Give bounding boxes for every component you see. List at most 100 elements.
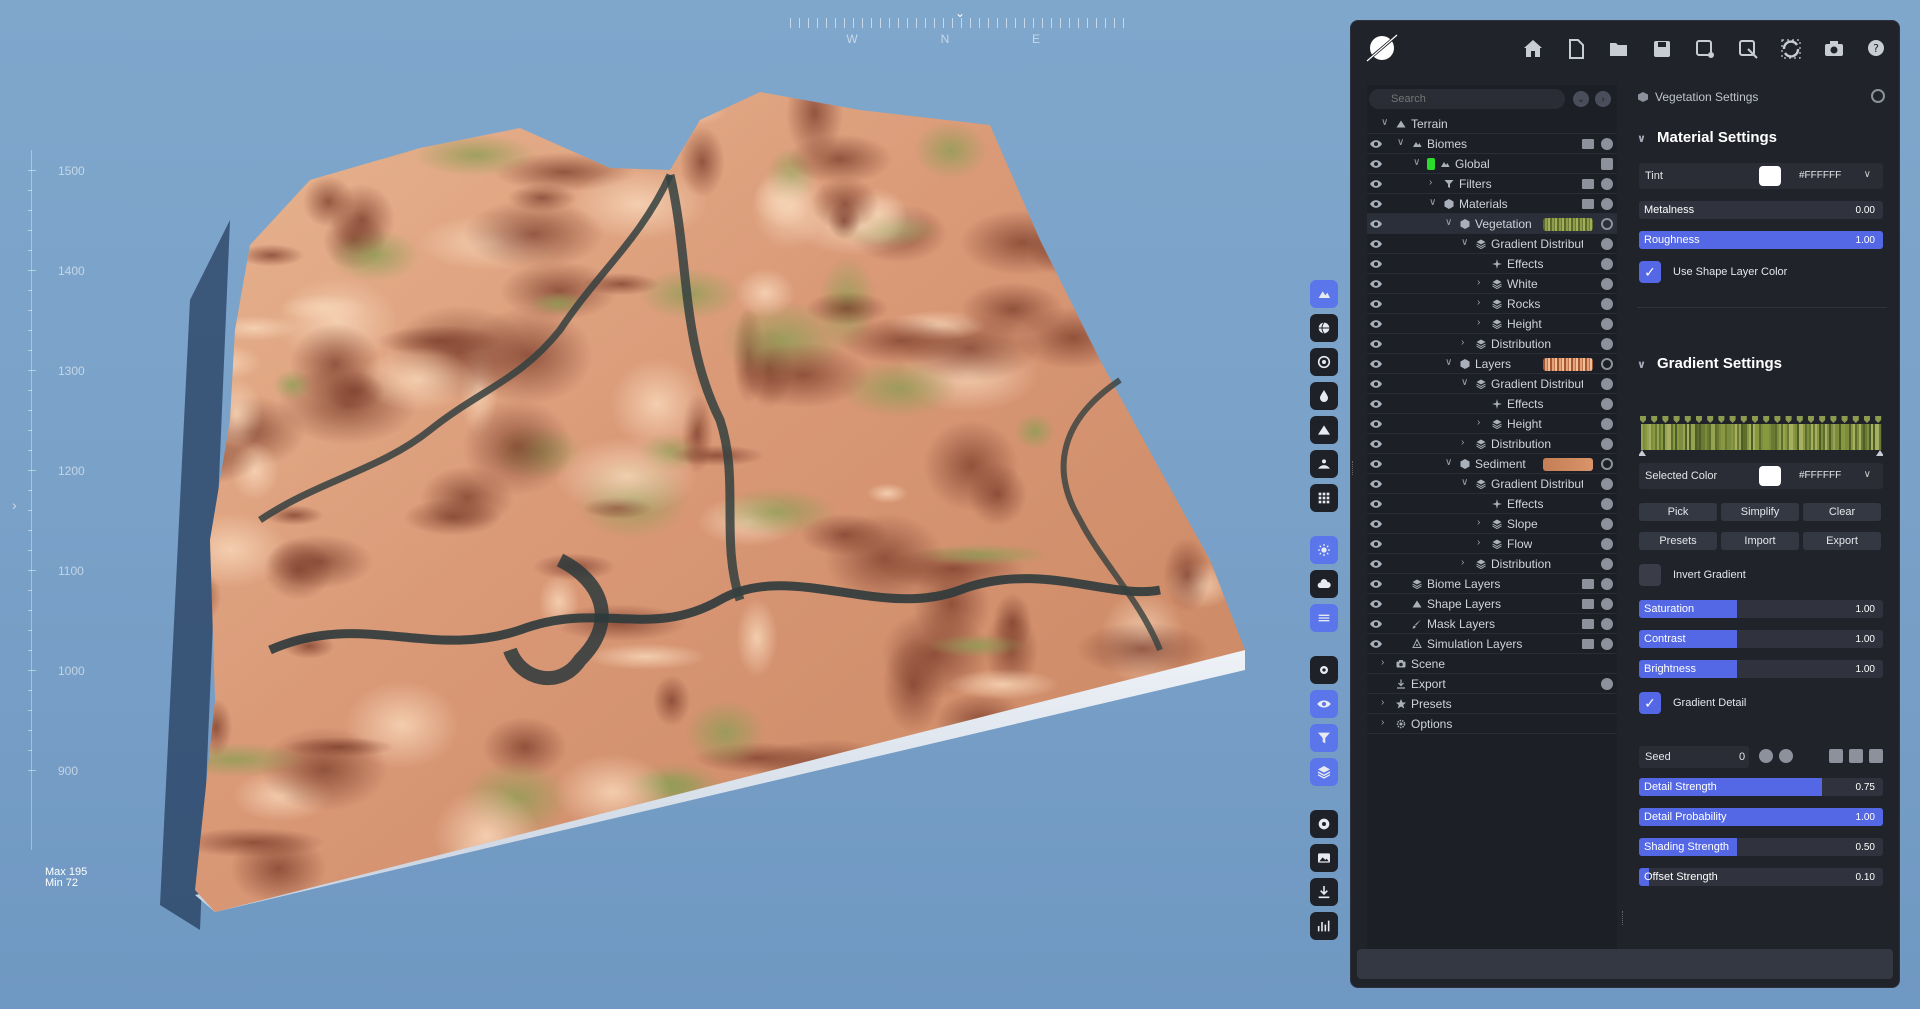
add-icon[interactable] [1601, 518, 1613, 530]
tree-row[interactable]: › Filters [1367, 174, 1617, 194]
open-folder-icon[interactable] [1601, 33, 1637, 65]
tree-row[interactable]: › White [1367, 274, 1617, 294]
chevron-down-icon[interactable]: ∨ [1461, 477, 1471, 488]
settings-gear-icon[interactable] [1871, 89, 1885, 103]
folder-icon[interactable] [1582, 599, 1594, 609]
tree-row[interactable]: ∨ Gradient Distribution [1367, 234, 1617, 254]
lines-icon[interactable] [1310, 604, 1338, 632]
panel-resize-handle[interactable] [1352, 461, 1355, 475]
tree-row[interactable]: Effects [1367, 394, 1617, 414]
gradient-stop[interactable] [1718, 416, 1725, 423]
add-icon[interactable] [1601, 538, 1613, 550]
gradient-handle-right[interactable] [1876, 450, 1883, 456]
checkbox-icon[interactable]: ✓ [1639, 692, 1661, 714]
view-icon[interactable] [1310, 690, 1338, 718]
column-resize-handle[interactable] [1622, 911, 1625, 925]
presets-button[interactable]: Presets [1639, 532, 1717, 550]
tree-row[interactable]: › Distribution [1367, 334, 1617, 354]
refresh-icon[interactable] [1773, 33, 1809, 65]
invert-gradient-checkbox[interactable]: Invert Gradient [1639, 564, 1879, 586]
visibility-eye-icon[interactable] [1369, 239, 1383, 249]
visibility-eye-icon[interactable] [1369, 619, 1383, 629]
gradient-stop[interactable] [1830, 416, 1837, 423]
tree-row[interactable]: ∨ Sediment [1367, 454, 1617, 474]
gradient-stop[interactable] [1774, 416, 1781, 423]
chevron-right-icon[interactable]: › [1477, 277, 1487, 288]
chevron-right-icon[interactable]: › [1461, 557, 1471, 568]
add-icon[interactable] [1601, 318, 1613, 330]
gradient-stop[interactable] [1673, 416, 1680, 423]
target-icon[interactable] [1310, 348, 1338, 376]
add-icon[interactable] [1601, 198, 1613, 210]
detail-probability-slider[interactable]: Detail Probability 1.00 [1639, 808, 1883, 826]
refresh-icon[interactable] [1601, 358, 1613, 370]
add-icon[interactable] [1601, 398, 1613, 410]
drop-icon[interactable] [1310, 382, 1338, 410]
sun-icon[interactable] [1310, 536, 1338, 564]
chevron-right-icon[interactable]: › [1461, 337, 1471, 348]
visibility-eye-icon[interactable] [1369, 479, 1383, 489]
import-button[interactable]: Import [1721, 532, 1799, 550]
tree-row[interactable]: › Presets [1367, 694, 1617, 714]
checkbox-icon[interactable]: ✓ [1639, 261, 1661, 283]
selected-color-swatch[interactable] [1759, 466, 1781, 486]
add-icon[interactable] [1601, 578, 1613, 590]
add-icon[interactable] [1601, 378, 1613, 390]
add-icon[interactable] [1601, 618, 1613, 630]
settings-cog-icon[interactable] [1310, 656, 1338, 684]
tree-row[interactable]: ∨ Vegetation [1367, 214, 1617, 234]
gradient-stop[interactable] [1640, 416, 1646, 423]
visibility-eye-icon[interactable] [1369, 139, 1383, 149]
save-icon[interactable] [1849, 749, 1863, 763]
tree-row[interactable]: › Height [1367, 414, 1617, 434]
tree-row[interactable]: ∨ Global [1367, 154, 1617, 174]
layers-icon[interactable] [1601, 158, 1613, 170]
chevron-down-icon[interactable]: ∨ [1445, 357, 1455, 368]
tree-row[interactable]: Effects [1367, 254, 1617, 274]
shading-strength-slider[interactable]: Shading Strength 0.50 [1639, 838, 1883, 856]
chevron-right-icon[interactable]: › [1477, 517, 1487, 528]
tree-row[interactable]: › Distribution [1367, 434, 1617, 454]
tree-search-input[interactable] [1369, 89, 1565, 109]
chevron-right-icon[interactable]: › [1477, 317, 1487, 328]
add-icon[interactable] [1601, 598, 1613, 610]
visibility-eye-icon[interactable] [1369, 279, 1383, 289]
tree-row[interactable]: ∨ Layers [1367, 354, 1617, 374]
add-icon[interactable] [1601, 338, 1613, 350]
export-file-icon[interactable] [1730, 33, 1766, 65]
save-icon[interactable] [1644, 33, 1680, 65]
tint-row[interactable]: Tint #FFFFFF ∨ [1639, 163, 1883, 189]
gradient-stop[interactable] [1662, 416, 1669, 423]
landscape-icon[interactable] [1310, 450, 1338, 478]
gradient-stop[interactable] [1729, 416, 1736, 423]
tree-row[interactable]: Mask Layers [1367, 614, 1617, 634]
chevron-right-icon[interactable]: › [1477, 537, 1487, 548]
add-icon[interactable] [1601, 138, 1613, 150]
tree-row[interactable]: › Flow [1367, 534, 1617, 554]
gradient-stop[interactable] [1707, 416, 1714, 423]
chevron-right-icon[interactable]: › [1477, 417, 1487, 428]
stack-icon[interactable] [1869, 749, 1883, 763]
folder-icon[interactable] [1582, 579, 1594, 589]
collapse-all-icon[interactable]: ⌄ [1573, 91, 1589, 107]
add-icon[interactable] [1601, 478, 1613, 490]
visibility-eye-icon[interactable] [1369, 219, 1383, 229]
panel-footer-bar[interactable] [1357, 949, 1893, 979]
add-icon[interactable] [1601, 678, 1613, 690]
color-swatch[interactable] [1427, 158, 1435, 170]
gradient-editor[interactable] [1639, 416, 1883, 456]
add-icon[interactable] [1601, 418, 1613, 430]
gradient-stop[interactable] [1852, 416, 1859, 423]
tree-row[interactable]: Shape Layers [1367, 594, 1617, 614]
simplify-button[interactable]: Simplify [1721, 503, 1799, 521]
gradient-stop[interactable] [1796, 416, 1803, 423]
stats-icon[interactable] [1310, 912, 1338, 940]
home-icon[interactable] [1515, 33, 1551, 65]
gradient-stop[interactable] [1763, 416, 1770, 423]
tree-row[interactable]: Simulation Layers [1367, 634, 1617, 654]
chevron-down-icon[interactable]: ∨ [1864, 469, 1871, 480]
chevron-down-icon[interactable]: ∨ [1864, 169, 1871, 180]
chevron-right-icon[interactable]: › [1381, 657, 1391, 668]
chevron-down-icon[interactable]: ∨ [1381, 117, 1391, 128]
help-icon[interactable]: ? [1859, 33, 1895, 65]
